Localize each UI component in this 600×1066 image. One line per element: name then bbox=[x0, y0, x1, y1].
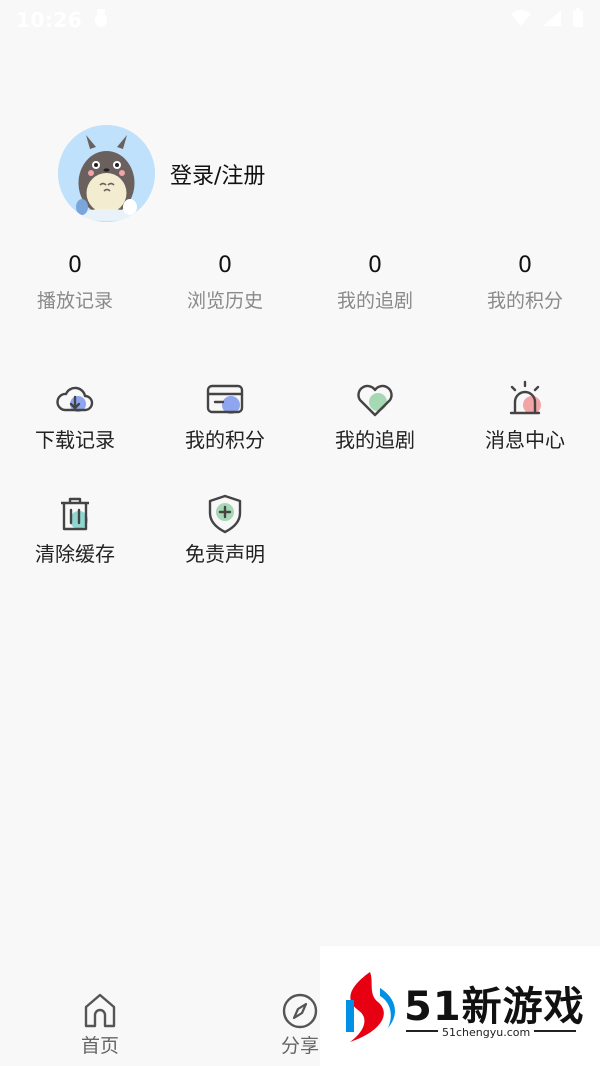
trash-icon bbox=[53, 492, 97, 536]
status-time: 10:26 bbox=[16, 8, 83, 32]
battery-icon bbox=[572, 7, 584, 33]
watermark-overlay: 51新游戏 51chengyu.com bbox=[320, 946, 600, 1066]
stat-value: 0 bbox=[218, 253, 232, 278]
watermark-logo-icon bbox=[340, 970, 400, 1044]
stat-label: 我的积分 bbox=[486, 290, 563, 312]
stat-label: 我的追剧 bbox=[336, 290, 413, 312]
menu-clear-cache[interactable]: 清除缓存 bbox=[0, 492, 150, 606]
stat-value: 0 bbox=[368, 253, 382, 278]
cloud-download-icon bbox=[53, 378, 97, 422]
menu-download-history[interactable]: 下载记录 bbox=[0, 378, 150, 492]
tab-label: 首页 bbox=[80, 1035, 119, 1057]
compass-icon bbox=[280, 990, 320, 1030]
signal-icon bbox=[542, 8, 562, 32]
stat-value: 0 bbox=[68, 253, 82, 278]
menu-label: 消息中心 bbox=[485, 428, 565, 452]
profile-header[interactable]: 登录/注册 bbox=[58, 125, 265, 222]
watermark-title: 51新游戏 bbox=[404, 984, 585, 1030]
stat-value: 0 bbox=[518, 253, 532, 278]
watermark-url: 51chengyu.com bbox=[438, 1026, 535, 1039]
menu-disclaimer[interactable]: 免责声明 bbox=[150, 492, 300, 606]
card-icon bbox=[203, 378, 247, 422]
menu-label: 清除缓存 bbox=[35, 542, 115, 566]
debug-icon bbox=[90, 7, 112, 34]
tab-home[interactable]: 首页 bbox=[60, 990, 140, 1058]
tab-label: 分享 bbox=[280, 1035, 319, 1057]
status-indicators bbox=[510, 7, 584, 33]
shield-plus-icon bbox=[203, 492, 247, 536]
menu-my-points[interactable]: 我的积分 bbox=[150, 378, 300, 492]
stat-label: 播放记录 bbox=[36, 290, 113, 312]
menu-label: 我的积分 bbox=[185, 428, 265, 452]
login-register-link[interactable]: 登录/注册 bbox=[170, 158, 265, 190]
avatar[interactable] bbox=[58, 125, 155, 222]
wifi-icon bbox=[510, 8, 532, 32]
stat-my-follows[interactable]: 0 我的追剧 bbox=[300, 250, 450, 313]
heart-icon bbox=[353, 378, 397, 422]
stat-my-points[interactable]: 0 我的积分 bbox=[450, 250, 600, 313]
stat-browse-history[interactable]: 0 浏览历史 bbox=[150, 250, 300, 313]
menu-label: 我的追剧 bbox=[335, 428, 415, 452]
menu-grid: 下载记录 我的积分 我的追剧 消息中心 清除缓存 免责声明 bbox=[0, 378, 600, 606]
home-icon bbox=[80, 990, 120, 1030]
status-bar: 10:26 bbox=[0, 0, 600, 40]
alarm-icon bbox=[503, 378, 547, 422]
menu-message-center[interactable]: 消息中心 bbox=[450, 378, 600, 492]
stats-row: 0 播放记录 0 浏览历史 0 我的追剧 0 我的积分 bbox=[0, 250, 600, 313]
stat-play-history[interactable]: 0 播放记录 bbox=[0, 250, 150, 313]
menu-label: 下载记录 bbox=[35, 428, 115, 452]
menu-my-follows[interactable]: 我的追剧 bbox=[300, 378, 450, 492]
menu-label: 免责声明 bbox=[185, 542, 265, 566]
stat-label: 浏览历史 bbox=[186, 290, 263, 312]
